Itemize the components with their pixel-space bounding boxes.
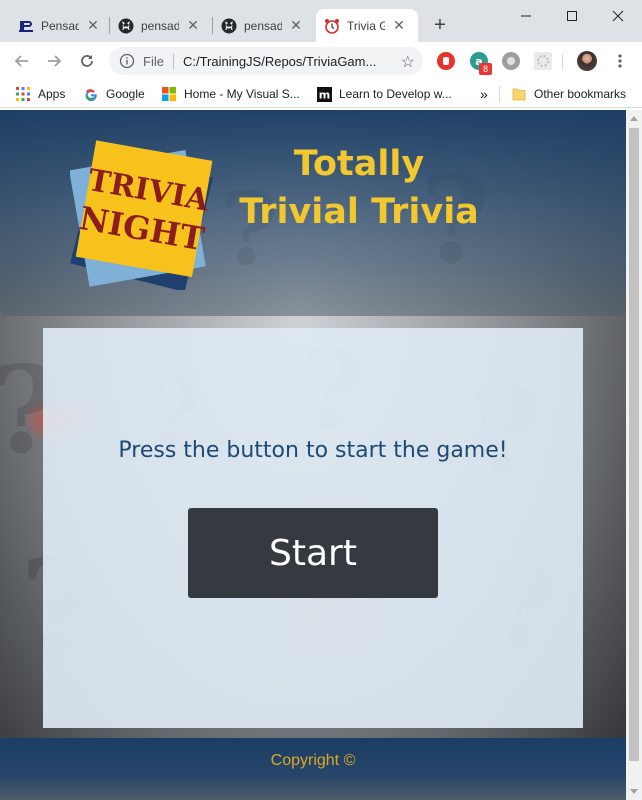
file-scheme-label: File bbox=[143, 53, 164, 69]
alarm-clock-icon bbox=[324, 18, 340, 34]
page-title: Totally Trivial Trivia bbox=[239, 144, 479, 232]
copyright-text: Copyright © bbox=[270, 752, 356, 769]
maximize-icon[interactable] bbox=[560, 6, 584, 26]
close-icon[interactable]: ✕ bbox=[85, 17, 101, 34]
bookmarks-bar: Apps Google Home - My Visual S... m Lear… bbox=[0, 80, 642, 108]
minimize-icon[interactable] bbox=[514, 6, 538, 26]
url-text[interactable]: C:/TrainingJS/Repos/TriviaGam... bbox=[183, 54, 389, 69]
adblock-extension-icon[interactable] bbox=[437, 52, 455, 70]
vertical-scrollbar[interactable] bbox=[626, 110, 642, 800]
profile-avatar[interactable] bbox=[577, 51, 597, 71]
svg-text:m: m bbox=[318, 88, 329, 101]
window-close-icon[interactable] bbox=[606, 6, 630, 26]
address-divider bbox=[172, 53, 174, 69]
scrollbar-thumb[interactable] bbox=[629, 128, 639, 761]
start-button[interactable]: Start bbox=[188, 508, 438, 598]
reload-icon[interactable] bbox=[77, 51, 97, 71]
tab-title: pensad bbox=[141, 18, 179, 33]
bookmarks-overflow-button[interactable]: » bbox=[480, 85, 488, 103]
back-icon[interactable] bbox=[12, 51, 32, 71]
browser-toolbar: File C:/TrainingJS/Repos/TriviaGam... ☆ … bbox=[0, 42, 642, 80]
close-icon[interactable]: ✕ bbox=[185, 17, 201, 34]
site-footer: Copyright © bbox=[0, 738, 626, 800]
start-prompt: Press the button to start the game! bbox=[118, 438, 508, 463]
bookmark-other[interactable]: Other bookmarks bbox=[511, 85, 626, 103]
scroll-down-icon[interactable] bbox=[630, 789, 638, 794]
close-icon[interactable]: ✕ bbox=[288, 17, 304, 34]
bookmark-label: Other bookmarks bbox=[534, 87, 627, 101]
bookmark-label: Apps bbox=[38, 87, 66, 101]
google-icon bbox=[83, 86, 99, 102]
microsoft-icon bbox=[161, 86, 177, 102]
tab-title: Pensad bbox=[41, 18, 79, 33]
toolbar-divider bbox=[562, 54, 563, 70]
bookmark-learn-to-develop[interactable]: m Learn to Develop w... bbox=[316, 85, 452, 103]
bookmark-google[interactable]: Google bbox=[83, 85, 145, 103]
bookmarks-divider bbox=[499, 86, 500, 102]
bookmark-label: Learn to Develop w... bbox=[339, 87, 452, 101]
bookmark-apps[interactable]: Apps bbox=[15, 85, 65, 103]
start-card: Press the button to start the game! Star… bbox=[43, 328, 583, 728]
tab-pensado[interactable]: Pensad ✕ bbox=[10, 9, 110, 42]
info-icon[interactable] bbox=[119, 53, 135, 69]
extension-badge: 8 bbox=[479, 63, 492, 75]
apps-grid-icon bbox=[15, 86, 31, 102]
menu-kebab-icon[interactable] bbox=[610, 51, 630, 71]
tab-trivia-active[interactable]: Trivia G ✕ bbox=[316, 9, 418, 42]
tab-github-1[interactable]: pensad ✕ bbox=[110, 9, 213, 42]
address-bar[interactable]: File C:/TrainingJS/Repos/TriviaGam... ☆ bbox=[109, 47, 423, 75]
scroll-up-icon[interactable] bbox=[630, 116, 638, 121]
pensado-icon bbox=[18, 18, 34, 34]
site-header: TRIVIA NIGHT Totally Trivial Trivia bbox=[0, 110, 626, 316]
extension-puzzle-icon[interactable] bbox=[534, 52, 552, 70]
bookmark-visual-studio[interactable]: Home - My Visual S... bbox=[161, 85, 300, 103]
tab-strip: Pensad ✕ pensad ✕ pensad ✕ Trivia G ✕ + bbox=[0, 0, 642, 42]
bookmark-star-icon[interactable]: ☆ bbox=[401, 52, 415, 72]
page-viewport: ? ? ? ? ? ? ? ? TRIVIA NIGHT Totally Tri… bbox=[0, 110, 626, 800]
tab-title: pensad bbox=[244, 18, 282, 33]
github-icon bbox=[221, 18, 237, 34]
new-tab-button[interactable]: + bbox=[430, 15, 450, 35]
close-icon[interactable]: ✕ bbox=[391, 17, 407, 34]
tab-title: Trivia G bbox=[347, 18, 385, 33]
github-icon bbox=[118, 18, 134, 34]
extension-circle-icon[interactable] bbox=[502, 52, 520, 70]
folder-icon bbox=[511, 86, 527, 102]
tab-github-2[interactable]: pensad ✕ bbox=[213, 9, 316, 42]
m-logo-icon: m bbox=[316, 86, 332, 102]
bookmark-label: Google bbox=[106, 87, 145, 101]
trivia-night-logo: TRIVIA NIGHT bbox=[70, 140, 214, 290]
bookmark-label: Home - My Visual S... bbox=[184, 87, 300, 101]
forward-icon[interactable] bbox=[44, 51, 64, 71]
